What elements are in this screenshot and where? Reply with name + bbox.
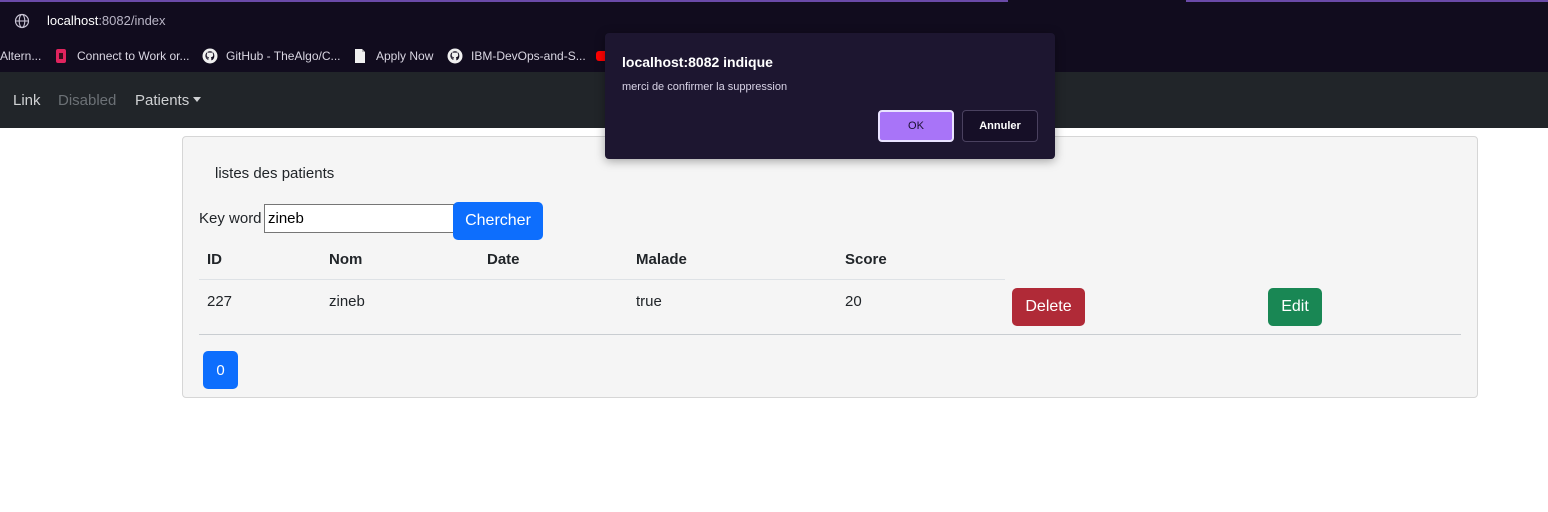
caret-down-icon [193,96,202,102]
bookmark-item[interactable]: IBM-DevOps-and-S... [447,46,586,66]
github-icon [202,48,218,64]
nav-link[interactable]: Link [13,92,41,109]
cell-id: 227 [207,293,233,310]
nav-dropdown-label: Patients [135,92,190,109]
nav-link-disabled: Disabled [58,92,117,109]
dialog-title: localhost:8082 indique [622,54,773,70]
url-field[interactable]: localhost:8082/index [47,13,166,28]
document-icon [355,49,365,63]
nav-dropdown-patients[interactable]: Patients [135,92,202,109]
tab-indicator [1186,0,1548,2]
url-path: :8082/index [98,13,166,28]
ok-button[interactable]: OK [878,110,954,142]
bookmark-label: Apply Now [376,49,434,63]
column-header-id: ID [207,251,222,268]
table-header-divider [199,279,1005,280]
bookmark-item[interactable]: GitHub - TheAlgo/C... [202,46,341,66]
bookmark-label: Connect to Work or... [77,49,190,63]
cell-score: 20 [845,293,862,310]
table-row-divider [199,334,1461,335]
cancel-button[interactable]: Annuler [962,110,1038,142]
confirm-dialog: localhost:8082 indique merci de confirme… [605,33,1055,159]
dialog-message: merci de confirmer la suppression [622,81,788,93]
column-header-malade: Malade [636,251,687,268]
bookmark-label: Altern... [0,49,42,63]
column-header-nom: Nom [329,251,363,268]
bookmark-item[interactable]: Altern... [0,46,41,66]
app-icon [56,49,66,63]
search-label: Key word [199,210,262,227]
cell-nom: zineb [329,293,365,310]
cell-malade: true [636,293,662,310]
bookmark-item[interactable]: Connect to Work or... [53,46,190,66]
column-header-date: Date [487,251,520,268]
bookmark-label: GitHub - TheAlgo/C... [226,49,341,63]
globe-icon[interactable] [14,13,30,29]
card-title: listes des patients [215,165,335,182]
delete-button[interactable]: Delete [1012,288,1085,326]
bookmark-label: IBM-DevOps-and-S... [471,49,586,63]
patients-card: listes des patients Key word Chercher ID… [182,136,1478,398]
url-host: localhost [47,13,99,28]
search-input[interactable] [264,204,454,233]
search-button[interactable]: Chercher [453,202,543,240]
active-tab-indicator [0,0,1008,2]
bookmark-item[interactable]: Apply Now [352,46,433,66]
github-icon [447,48,463,64]
column-header-score: Score [845,251,887,268]
page-button[interactable]: 0 [203,351,238,389]
edit-button[interactable]: Edit [1268,288,1322,326]
